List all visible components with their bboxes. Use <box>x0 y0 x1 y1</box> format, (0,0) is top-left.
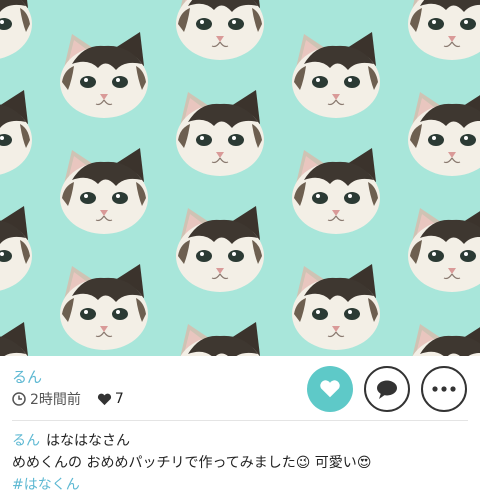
cat-face-tile <box>0 320 38 356</box>
cat-face-tile <box>402 88 480 180</box>
clock-icon <box>12 392 26 406</box>
comment-text-kawaii: 可愛い <box>310 455 357 471</box>
cat-face-tile <box>286 30 386 122</box>
cat-face-tile <box>54 146 154 238</box>
cat-face-tile <box>0 0 38 64</box>
heart-eyes-emoji-icon: 😍 <box>356 455 372 471</box>
comment-body: めめくんの おめめパッチリで作ってみました😉 可愛い😍 <box>12 452 371 472</box>
divider <box>12 420 468 421</box>
comment-text-line2: めめくんの おめめパッチリで作ってみました <box>12 455 296 471</box>
pattern-image <box>0 0 480 356</box>
speech-bubble-icon <box>377 380 397 399</box>
post-time: 2時間前 <box>30 392 81 408</box>
more-button[interactable] <box>421 366 467 412</box>
heart-small-icon <box>97 393 111 405</box>
like-count: 7 <box>114 391 124 407</box>
comment-header: るん はなはなさん <box>12 430 130 450</box>
cat-face-tile <box>54 262 154 354</box>
cat-face-tile <box>402 204 480 296</box>
cat-face-tile <box>170 88 270 180</box>
cat-face-tile <box>170 204 270 296</box>
wink-emoji-icon: 😉 <box>295 455 311 471</box>
cat-face-tile <box>286 146 386 238</box>
cat-face-tile <box>54 30 154 122</box>
post-meta: 2時間前 7 <box>12 389 124 409</box>
cat-face-tile <box>402 320 480 356</box>
comment-text-line1: はなはなさん <box>46 433 130 449</box>
heart-icon <box>320 380 340 398</box>
hashtag-link[interactable]: #はなくん <box>12 474 80 494</box>
cat-face-tile <box>0 88 38 180</box>
post-info: るん 2時間前 7 るん はなはなさん めめくんの おめめパッチリで作ってみまし… <box>0 356 480 493</box>
post-author[interactable]: るん <box>12 366 42 387</box>
comment-author[interactable]: るん <box>12 433 40 449</box>
ellipsis-icon <box>432 386 456 392</box>
cat-face-tile <box>402 0 480 64</box>
cat-face-tile <box>170 320 270 356</box>
cat-face-tile <box>0 204 38 296</box>
comment-button[interactable] <box>364 366 410 412</box>
cat-face-tile <box>286 262 386 354</box>
like-button[interactable] <box>307 366 353 412</box>
cat-face-tile <box>170 0 270 64</box>
